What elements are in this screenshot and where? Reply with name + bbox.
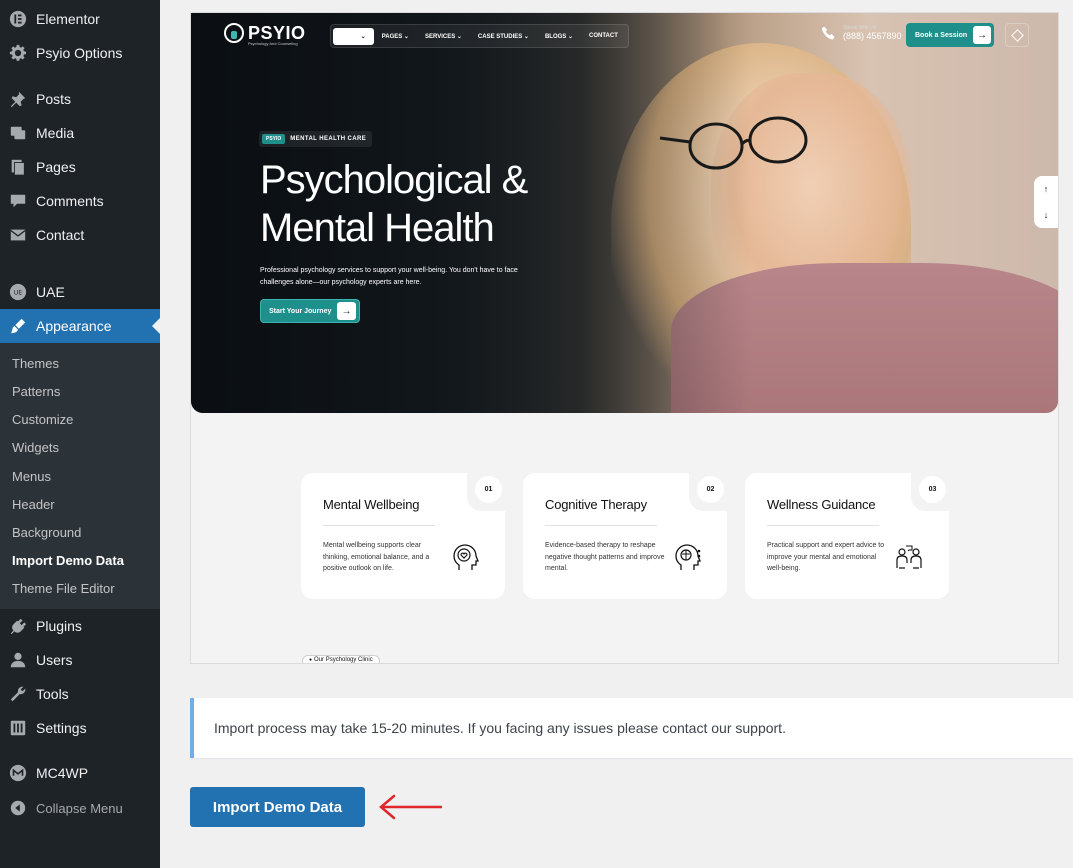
mail-icon	[8, 225, 28, 245]
settings-icon	[8, 718, 28, 738]
menu-appearance-label: Appearance	[36, 318, 112, 334]
menu-uae[interactable]: UE UAE	[0, 275, 160, 309]
media-icon	[8, 123, 28, 143]
menu-settings-label: Settings	[36, 720, 87, 736]
red-arrow-annotation	[379, 794, 442, 820]
nav-pages[interactable]: PAGES ⌄	[374, 28, 417, 45]
menu-settings[interactable]: Settings	[0, 711, 160, 745]
menu-posts-label: Posts	[36, 91, 72, 107]
site-logo[interactable]: PSYIO Psychology And Counseling	[224, 23, 306, 46]
card-description: Evidence-based therapy to reshape negati…	[545, 542, 665, 572]
collapse-menu-label: Collapse Menu	[36, 800, 123, 816]
submenu-background[interactable]: Background	[12, 525, 81, 540]
hero-headline: Psychological & Mental Health	[260, 158, 528, 250]
arrow-up-icon[interactable]: ↑	[1034, 176, 1058, 202]
menu-tools[interactable]: Tools	[0, 677, 160, 711]
phone-contact[interactable]: Speak With Us (888) 4567890	[821, 25, 902, 41]
elementor-icon	[8, 9, 28, 29]
submenu-widgets[interactable]: Widgets	[12, 440, 59, 455]
nav-blogs[interactable]: BLOGS ⌄	[537, 28, 581, 45]
menu-comments-label: Comments	[36, 193, 104, 209]
card-description: Practical support and expert advice to i…	[767, 542, 885, 572]
card-title: Wellness Guidance	[767, 497, 876, 512]
brush-icon	[8, 316, 28, 336]
import-demo-data-button[interactable]: Import Demo Data	[190, 787, 365, 827]
menu-contact[interactable]: Contact	[0, 218, 160, 252]
menu-tools-label: Tools	[36, 686, 69, 702]
notice-text: Import process may take 15-20 minutes. I…	[214, 720, 786, 736]
service-card: 02 Cognitive Therapy Evidence-based ther…	[523, 473, 727, 599]
hero-tag: PSYIO MENTAL HEALTH CARE	[259, 131, 373, 147]
clinic-badge: Our Psychology Clinic	[302, 655, 380, 663]
demo-preview-image: PSYIO Psychology And Counseling HOME ⌄ P…	[190, 12, 1059, 664]
head-heart-icon	[453, 544, 479, 570]
menu-elementor-label: Elementor	[36, 11, 100, 27]
submenu-menus[interactable]: Menus	[12, 469, 51, 484]
submenu-themes[interactable]: Themes	[12, 356, 59, 371]
menu-users[interactable]: Users	[0, 643, 160, 677]
arrow-down-icon[interactable]: ↓	[1034, 202, 1058, 228]
menu-pages[interactable]: Pages	[0, 150, 160, 184]
submenu-patterns[interactable]: Patterns	[12, 384, 60, 399]
uae-icon: UE	[8, 282, 28, 302]
nav-home[interactable]: HOME ⌄	[333, 27, 374, 45]
plug-icon	[8, 616, 28, 636]
menu-appearance[interactable]: Appearance	[0, 309, 160, 343]
submenu-customize[interactable]: Customize	[12, 412, 73, 427]
menu-users-label: Users	[36, 652, 73, 668]
mc4wp-icon	[8, 763, 28, 783]
card-description: Mental wellbeing supports clear thinking…	[323, 542, 430, 572]
admin-sidebar: Elementor Psyio Options Posts Media Page…	[0, 0, 160, 868]
phone-icon	[821, 26, 835, 40]
menu-mc4wp-label: MC4WP	[36, 765, 89, 781]
nav-case-studies[interactable]: CASE STUDIES ⌄	[470, 28, 537, 45]
menu-plugins[interactable]: Plugins	[0, 609, 160, 643]
svg-text:UE: UE	[14, 290, 23, 297]
scroll-control: ↑ ↓	[1034, 176, 1058, 228]
diamond-menu-icon[interactable]	[1005, 23, 1029, 47]
nav-services[interactable]: SERVICES ⌄	[417, 28, 470, 45]
collapse-menu-button[interactable]: Collapse Menu	[0, 791, 160, 825]
pin-icon	[8, 89, 28, 109]
pages-icon	[8, 157, 28, 177]
comment-icon	[8, 191, 28, 211]
book-session-button[interactable]: Book a Session →	[906, 23, 994, 47]
gear-icon	[8, 43, 28, 63]
submenu-import-demo-data[interactable]: Import Demo Data	[12, 553, 124, 568]
counseling-icon	[896, 545, 922, 569]
menu-plugins-label: Plugins	[36, 618, 82, 634]
menu-mc4wp[interactable]: MC4WP	[0, 756, 160, 790]
appearance-submenu: Themes Patterns Customize Widgets Menus …	[0, 343, 160, 609]
head-brain-icon	[675, 544, 701, 570]
wrench-icon	[8, 684, 28, 704]
hero-description: Professional psychology services to supp…	[260, 267, 518, 286]
logo-head-icon	[224, 23, 244, 43]
menu-comments[interactable]: Comments	[0, 184, 160, 218]
menu-uae-label: UAE	[36, 284, 65, 300]
collapse-icon	[8, 798, 28, 818]
menu-psyio-options-label: Psyio Options	[36, 45, 123, 61]
start-journey-button[interactable]: Start Your Journey →	[260, 299, 360, 323]
hero-section: PSYIO Psychology And Counseling HOME ⌄ P…	[191, 13, 1058, 413]
site-nav: HOME ⌄ PAGES ⌄ SERVICES ⌄ CASE STUDIES ⌄…	[330, 24, 629, 48]
card-title: Mental Wellbeing	[323, 497, 420, 512]
service-card: 01 Mental Wellbeing Mental wellbeing sup…	[301, 473, 505, 599]
menu-posts[interactable]: Posts	[0, 82, 160, 116]
import-notice: Import process may take 15-20 minutes. I…	[190, 698, 1073, 758]
card-title: Cognitive Therapy	[545, 497, 647, 512]
menu-psyio-options[interactable]: Psyio Options	[0, 36, 160, 70]
submenu-header[interactable]: Header	[12, 497, 55, 512]
submenu-theme-file-editor[interactable]: Theme File Editor	[12, 581, 115, 596]
menu-pages-label: Pages	[36, 159, 76, 175]
service-card: 03 Wellness Guidance Practical support a…	[745, 473, 949, 599]
menu-contact-label: Contact	[36, 227, 85, 243]
arrow-right-icon: →	[973, 26, 991, 44]
menu-media-label: Media	[36, 125, 75, 141]
nav-contact[interactable]: CONTACT	[581, 28, 626, 44]
arrow-right-icon: →	[337, 302, 356, 320]
user-icon	[8, 650, 28, 670]
menu-media[interactable]: Media	[0, 116, 160, 150]
menu-elementor[interactable]: Elementor	[0, 2, 160, 36]
